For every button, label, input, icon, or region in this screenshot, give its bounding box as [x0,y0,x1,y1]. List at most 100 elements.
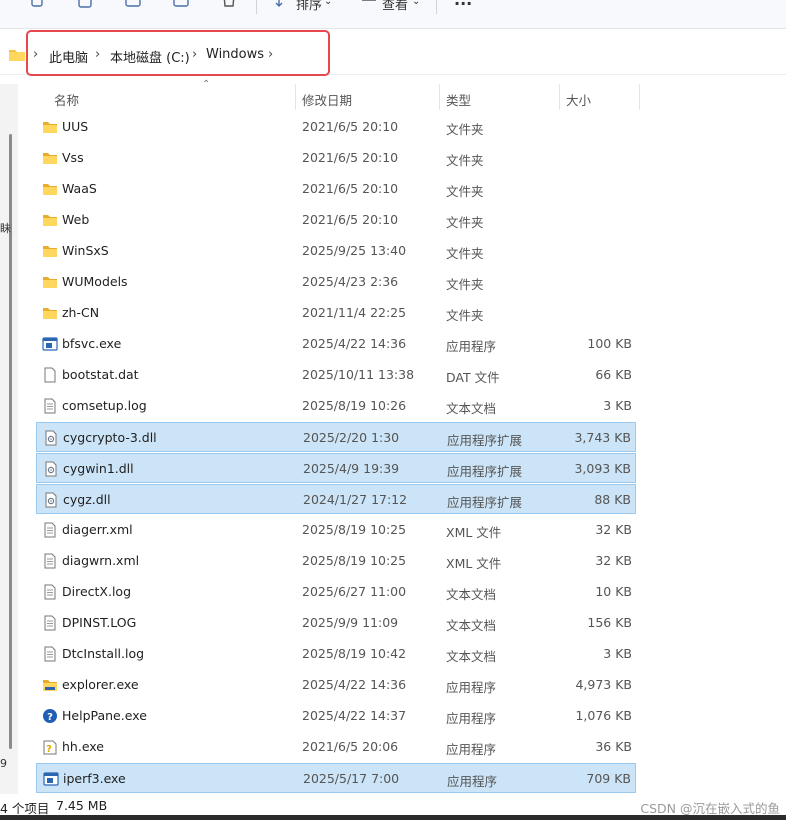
file-name: cygcrypto-3.dll [63,430,157,445]
toolbar-divider [256,0,257,14]
help-icon: ? [42,708,58,724]
file-date: 2025/4/22 14:36 [302,336,407,351]
file-date: 2021/6/5 20:10 [302,181,399,196]
dll-file-icon [43,492,59,508]
folder-icon [42,212,58,228]
file-type: XML 文件 [446,556,502,571]
file-date: 2025/4/22 14:36 [302,677,407,692]
file-type: 文本文档 [446,401,497,416]
file-type: DAT 文件 [446,370,500,385]
file-size: 3,093 KB [574,461,631,476]
file-size: 32 KB [595,553,632,568]
nav-text-fragment: 9 [0,757,7,770]
file-row[interactable]: ? HelpPane.exe 2025/4/22 14:37 应用程序 1,076 KB [36,701,636,731]
file-row[interactable]: zh-CN 2021/11/4 22:25 文件夹 [36,298,636,328]
file-name: bfsvc.exe [62,336,122,351]
file-type: 应用程序扩展 [447,433,523,448]
file-row[interactable]: iperf3.exe 2025/5/17 7:00 应用程序 709 KB [36,763,636,793]
file-row[interactable]: explorer.exe 2025/4/22 14:36 应用程序 4,973 KB [36,670,636,700]
file-type: 应用程序 [446,680,497,695]
file-size: 88 KB [594,492,631,507]
file-name: comsetup.log [62,398,147,413]
delete-icon[interactable] [220,0,240,10]
file-row[interactable]: WaaS 2021/6/5 20:10 文件夹 [36,174,636,204]
copy-icon[interactable] [28,0,48,10]
dll-file-icon [43,461,59,477]
folder-icon [42,150,58,166]
folder-icon [42,274,58,290]
file-size: 3 KB [603,646,632,661]
file-name: DtcInstall.log [62,646,145,661]
file-type: 文件夹 [446,184,484,199]
text-file-icon [42,522,58,538]
column-divider[interactable] [439,84,440,110]
file-row[interactable]: DPINST.LOG 2025/9/9 11:09 文本文档 156 KB [36,608,636,638]
paste-icon[interactable] [76,0,96,10]
sort-button[interactable]: 排序 [296,0,322,13]
file-size: 100 KB [587,336,632,351]
file-row[interactable]: DirectX.log 2025/6/27 11:00 文本文档 10 KB [36,577,636,607]
file-date: 2025/6/27 11:00 [302,584,407,599]
file-row[interactable]: bootstat.dat 2025/10/11 13:38 DAT 文件 66 KB [36,360,636,390]
file-row[interactable]: WUModels 2025/4/23 2:36 文件夹 [36,267,636,297]
annotation-highlight-box [26,30,330,76]
column-divider[interactable] [559,84,560,110]
file-type: 文本文档 [446,618,497,633]
file-date: 2025/2/20 1:30 [303,430,400,445]
file-type: 文件夹 [446,122,484,137]
file-size: 4,973 KB [575,677,632,692]
file-type: XML 文件 [446,525,502,540]
file-row[interactable]: cygz.dll 2024/1/27 17:12 应用程序扩展 88 KB [36,484,636,514]
file-date: 2025/4/23 2:36 [302,274,399,289]
file-date: 2025/9/9 11:09 [302,615,399,630]
file-date: 2025/4/9 19:39 [303,461,400,476]
file-date: 2025/8/19 10:26 [302,398,407,413]
file-date: 2025/9/25 13:40 [302,243,407,258]
file-type: 应用程序扩展 [447,495,523,510]
share-icon[interactable] [172,0,192,10]
file-row[interactable]: ? hh.exe 2021/6/5 20:06 应用程序 36 KB [36,732,636,762]
file-type: 文本文档 [446,649,497,664]
file-row[interactable]: comsetup.log 2025/8/19 10:26 文本文档 3 KB [36,391,636,421]
folder-icon [9,50,25,61]
view-icon[interactable] [360,0,380,10]
file-name: WinSxS [62,243,109,258]
column-size[interactable]: 大小 [566,90,591,109]
file-row[interactable]: cygwin1.dll 2025/4/9 19:39 应用程序扩展 3,093 KB [36,453,636,483]
svg-text:?: ? [47,712,53,723]
file-name: cygwin1.dll [63,461,134,476]
file-type: 文件夹 [446,246,484,261]
sort-icon[interactable] [274,0,294,10]
file-date: 2021/6/5 20:10 [302,212,399,227]
file-row[interactable]: bfsvc.exe 2025/4/22 14:36 应用程序 100 KB [36,329,636,359]
file-date: 2025/8/19 10:25 [302,553,407,568]
file-date: 2025/4/22 14:37 [302,708,407,723]
more-options-button[interactable]: ... [454,0,472,9]
file-row[interactable]: UUS 2021/6/5 20:10 文件夹 [36,112,636,142]
file-type: 文件夹 [446,215,484,230]
column-divider[interactable] [639,84,640,110]
column-type[interactable]: 类型 [446,90,471,109]
chevron-down-icon: ⌄ [324,0,333,7]
file-name: zh-CN [62,305,100,320]
column-date[interactable]: 修改日期 [302,90,352,109]
view-button[interactable]: 查看 [382,0,408,13]
file-row[interactable]: Vss 2021/6/5 20:10 文件夹 [36,143,636,173]
file-size: 10 KB [595,584,632,599]
file-row[interactable]: Web 2021/6/5 20:10 文件夹 [36,205,636,235]
file-name: Web [62,212,90,227]
file-row[interactable]: diagerr.xml 2025/8/19 10:25 XML 文件 32 KB [36,515,636,545]
file-type: 文本文档 [446,587,497,602]
column-name[interactable]: 名称 [54,90,79,109]
file-name: bootstat.dat [62,367,139,382]
column-divider[interactable] [295,84,296,110]
file-row[interactable]: WinSxS 2025/9/25 13:40 文件夹 [36,236,636,266]
folder-icon [42,305,58,321]
file-row[interactable]: diagwrn.xml 2025/8/19 10:25 XML 文件 32 KB [36,546,636,576]
file-name: Vss [62,150,84,165]
file-date: 2021/6/5 20:10 [302,119,399,134]
file-name: UUS [62,119,89,134]
rename-icon[interactable] [124,0,144,10]
file-row[interactable]: DtcInstall.log 2025/8/19 10:42 文本文档 3 KB [36,639,636,669]
file-row[interactable]: cygcrypto-3.dll 2025/2/20 1:30 应用程序扩展 3,743… [36,422,636,452]
